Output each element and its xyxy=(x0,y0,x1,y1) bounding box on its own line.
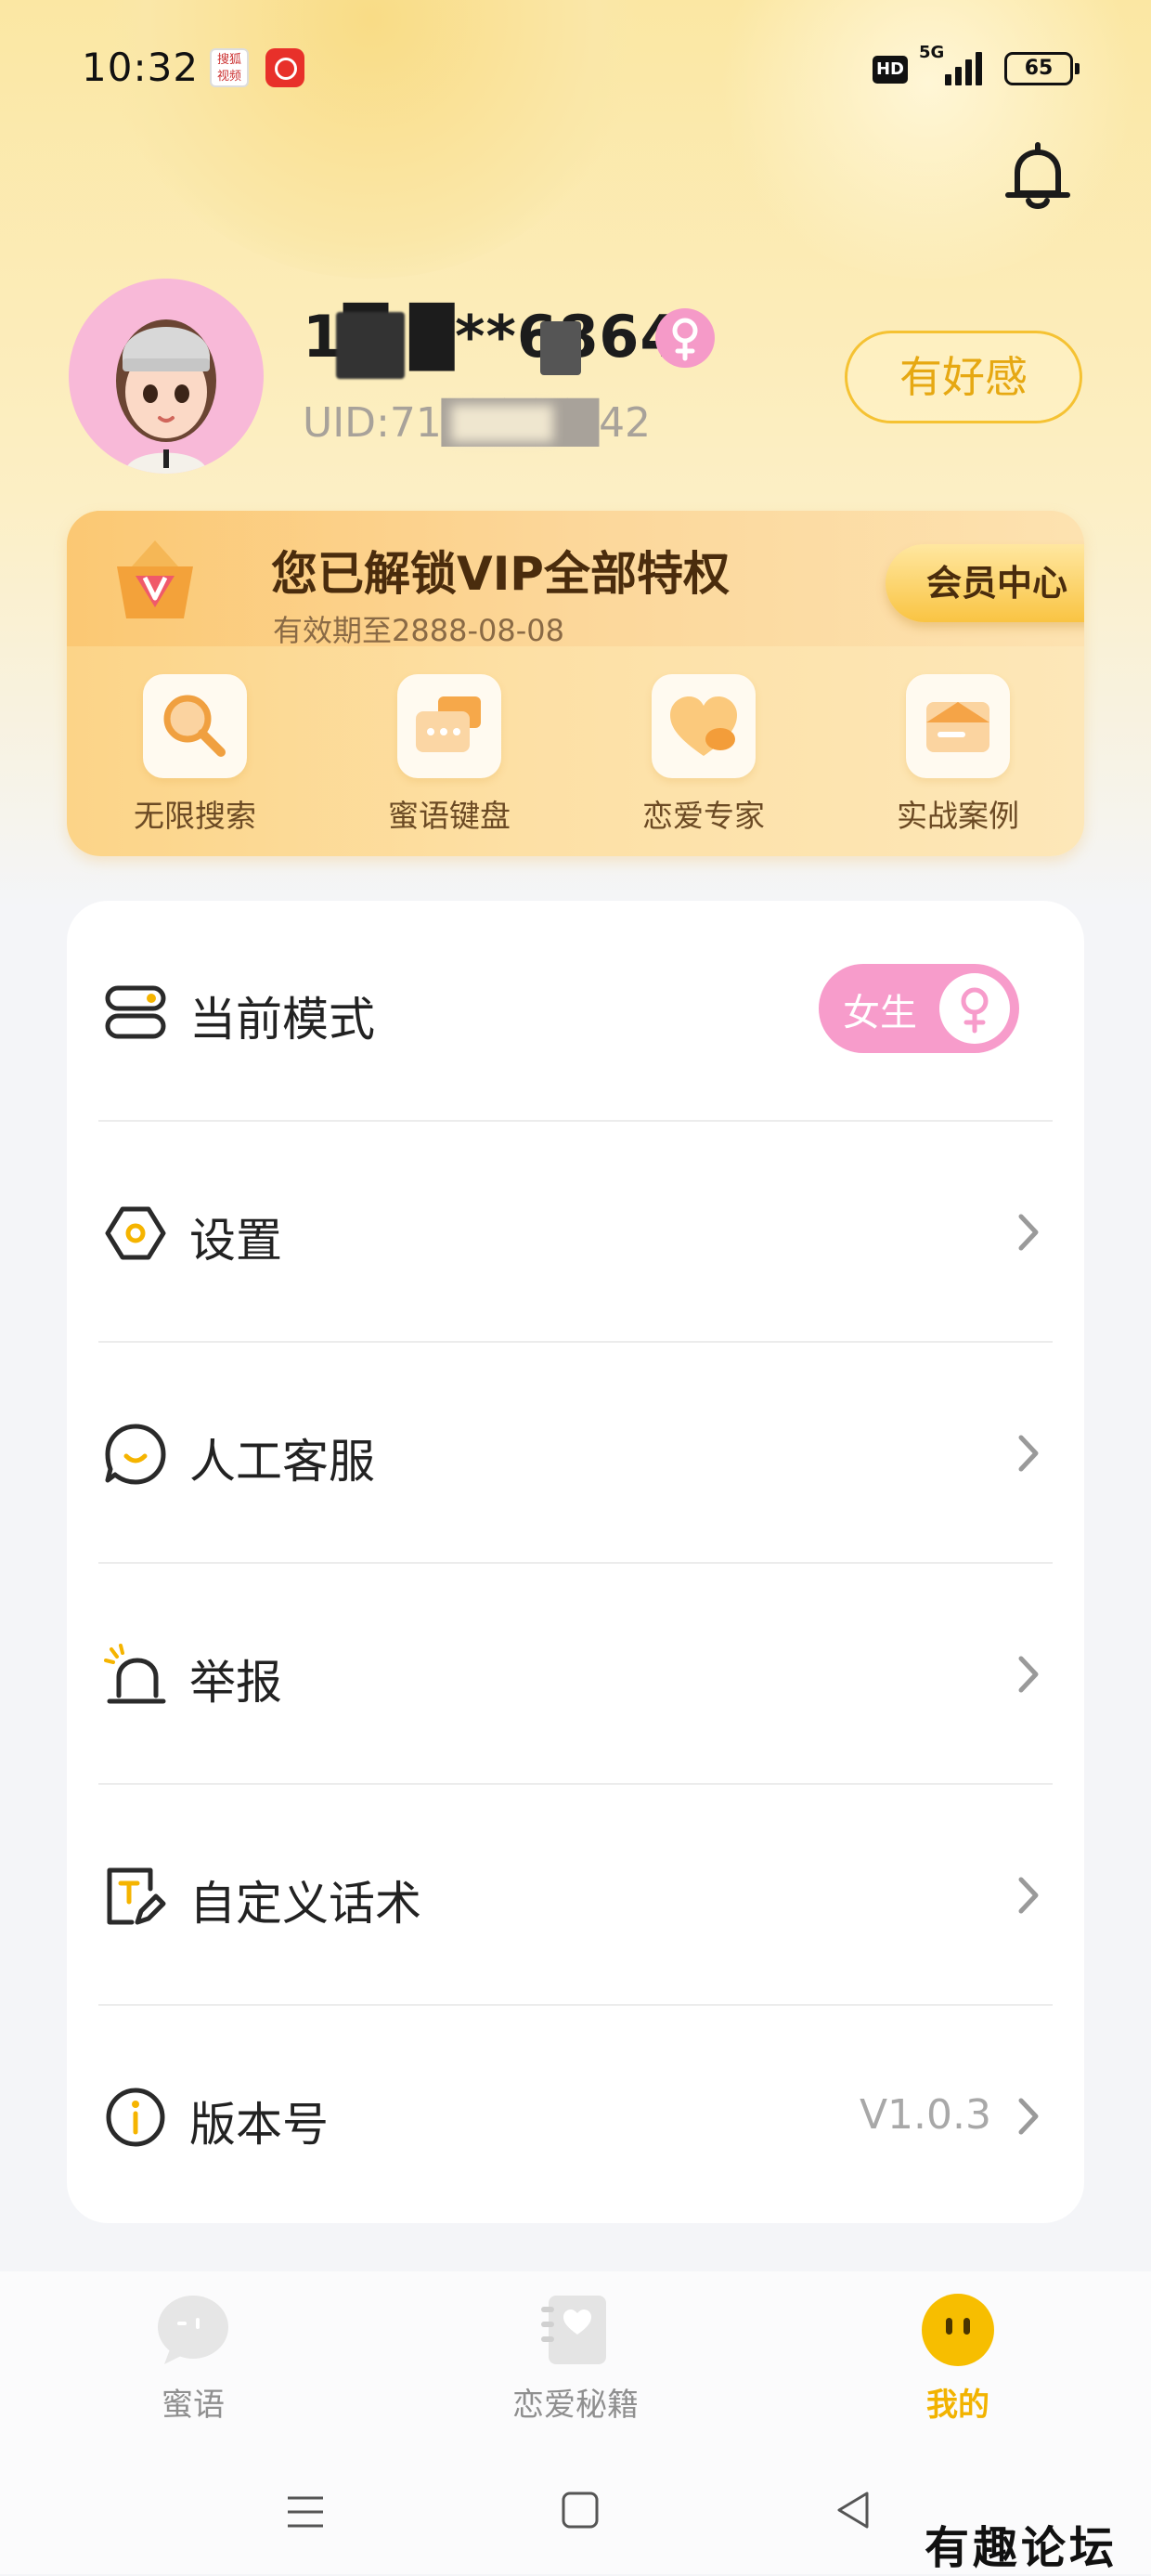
mode-toggle[interactable]: 女生 xyxy=(819,964,1019,1053)
vip-feature-keyboard[interactable]: 蜜语键盘 xyxy=(366,674,533,836)
masked-username-block xyxy=(336,312,405,379)
info-icon xyxy=(106,2088,165,2147)
vip-feature-search[interactable]: 无限搜索 xyxy=(111,674,278,836)
vip-card[interactable]: 您已解锁VIP全部特权 有效期至2888-08-08 会员中心 无限搜索 蜜语键… xyxy=(67,511,1084,856)
tab-miyu[interactable]: 蜜语 xyxy=(54,2292,332,2425)
chevron-right-icon xyxy=(1018,1214,1039,1251)
girl-avatar-icon xyxy=(116,319,216,474)
mode-value: 女生 xyxy=(843,992,917,1034)
love-book-icon xyxy=(537,2292,614,2368)
vip-expiry: 有效期至2888-08-08 xyxy=(273,613,564,648)
network-type-label: 5G xyxy=(919,43,945,62)
menu-item-settings[interactable]: 设置 xyxy=(67,1122,1084,1343)
menu-item-label: 人工客服 xyxy=(189,1435,375,1489)
case-card-icon xyxy=(906,674,1010,778)
menu-item-custom-phrases[interactable]: 自定义话术 xyxy=(67,1785,1084,2006)
settings-menu: 当前模式 女生 设置 人工客服 举报 自定义话术 版本号 V1.0.3 xyxy=(67,901,1084,2223)
chat-service-icon xyxy=(105,1424,166,1485)
heart-icon xyxy=(652,674,756,778)
masked-uid-block xyxy=(451,405,553,442)
chevron-right-icon xyxy=(1018,1435,1039,1472)
keyboard-chat-icon xyxy=(397,674,501,778)
mode-switch-icon xyxy=(105,985,166,1039)
netease-music-notification-icon xyxy=(265,48,304,87)
menu-icon[interactable] xyxy=(284,2491,327,2533)
menu-item-label: 自定义话术 xyxy=(189,1877,421,1931)
status-time: 10:32 xyxy=(82,45,200,90)
system-navigation-bar: 有趣论坛 xyxy=(0,2457,1151,2574)
bottom-tab-bar: 蜜语 恋爱秘籍 我的 xyxy=(0,2271,1151,2457)
home-icon[interactable] xyxy=(559,2489,601,2531)
vip-feature-label: 实战案例 xyxy=(897,798,1019,834)
menu-item-customer-service[interactable]: 人工客服 xyxy=(67,1343,1084,1564)
avatar[interactable] xyxy=(69,279,264,474)
vip-feature-label: 蜜语键盘 xyxy=(388,798,511,834)
vip-feature-label: 无限搜索 xyxy=(134,798,256,834)
chevron-right-icon xyxy=(1018,1877,1039,1914)
bell-icon[interactable] xyxy=(1001,139,1075,214)
search-icon xyxy=(143,674,247,778)
hd-icon: HD xyxy=(873,56,908,84)
tab-label: 我的 xyxy=(926,2387,989,2424)
vip-feature-expert[interactable]: 恋爱专家 xyxy=(620,674,787,836)
sohu-video-notification-icon: 搜狐 视频 xyxy=(210,48,249,87)
vip-gem-icon xyxy=(117,540,193,618)
menu-item-report[interactable]: 举报 xyxy=(67,1564,1084,1785)
tab-mine[interactable]: 我的 xyxy=(819,2292,1097,2425)
menu-item-current-mode[interactable]: 当前模式 女生 xyxy=(67,901,1084,1122)
chat-bubble-icon xyxy=(155,2292,231,2368)
settings-icon xyxy=(105,1206,166,1260)
chevron-right-icon xyxy=(1018,1656,1039,1693)
vip-feature-label: 恋爱专家 xyxy=(642,798,765,834)
member-center-button[interactable]: 会员中心 xyxy=(886,544,1084,622)
back-icon[interactable] xyxy=(832,2489,874,2531)
tab-label: 恋爱秘籍 xyxy=(512,2387,639,2424)
status-bar: 10:32 搜狐 视频 HD 5G 65 xyxy=(0,0,1151,130)
report-alarm-icon xyxy=(104,1644,166,1704)
female-icon xyxy=(655,308,715,368)
custom-text-icon xyxy=(107,1867,166,1925)
tab-label: 蜜语 xyxy=(162,2387,225,2424)
favor-button[interactable]: 有好感 xyxy=(845,331,1082,423)
menu-item-version[interactable]: 版本号 V1.0.3 xyxy=(67,2006,1084,2227)
menu-item-label: 设置 xyxy=(189,1214,282,1268)
menu-item-label: 版本号 xyxy=(189,2098,329,2152)
female-icon xyxy=(939,973,1010,1044)
watermark: 有趣论坛 xyxy=(925,2522,1119,2574)
menu-item-label: 举报 xyxy=(189,1656,282,1710)
tab-love-guide[interactable]: 恋爱秘籍 xyxy=(436,2292,715,2425)
vip-title: 您已解锁VIP全部特权 xyxy=(271,547,730,601)
menu-item-label: 当前模式 xyxy=(189,993,375,1047)
face-icon xyxy=(920,2292,996,2368)
masked-username-block xyxy=(540,321,581,375)
vip-feature-cases[interactable]: 实战案例 xyxy=(874,674,1041,836)
version-value: V1.0.3 xyxy=(859,2091,991,2139)
battery-icon: 65 xyxy=(1004,52,1080,85)
chevron-right-icon xyxy=(1018,2098,1039,2135)
signal-icon xyxy=(945,52,988,85)
